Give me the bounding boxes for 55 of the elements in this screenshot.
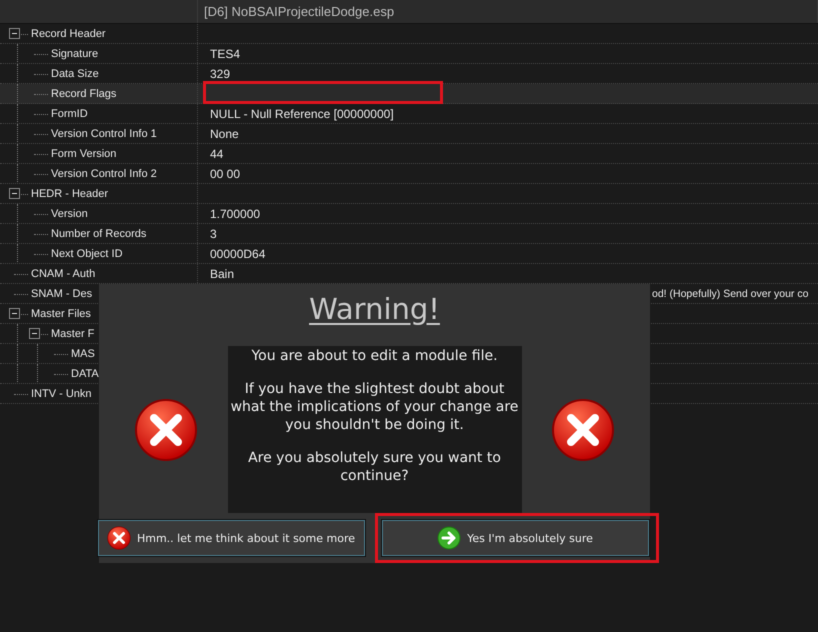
- field-label: Version Control Info 1: [50, 128, 157, 140]
- field-value: 1.700000: [210, 206, 260, 220]
- field-value: od! (Hopefully) Send over your co: [652, 288, 808, 300]
- arrow-right-icon: [437, 526, 462, 550]
- tree-row[interactable]: HEDR - Header: [0, 184, 818, 204]
- field-label: Signature: [50, 48, 98, 60]
- tree-row[interactable]: Record Flags: [0, 84, 818, 104]
- dialog-title: Warning!: [309, 292, 440, 328]
- field-label: Data Size: [50, 68, 99, 80]
- field-value: TES4: [210, 46, 240, 60]
- field-label: CNAM - Auth: [30, 268, 96, 280]
- field-value: Bain: [210, 266, 234, 280]
- field-label: HEDR - Header: [30, 188, 108, 200]
- tree-row[interactable]: Record Header: [0, 24, 818, 44]
- field-label: Record Flags: [50, 88, 116, 100]
- field-label: Master F: [50, 328, 94, 340]
- field-label: Version Control Info 2: [50, 168, 157, 180]
- field-value: 329: [210, 66, 230, 80]
- tree-row[interactable]: Version Control Info 2 00 00: [0, 164, 818, 184]
- error-icon: [106, 526, 131, 550]
- tree-row[interactable]: Number of Records 3: [0, 224, 818, 244]
- field-value: None: [210, 126, 239, 140]
- message-text: You are about to edit a module file.: [251, 347, 498, 365]
- field-value: 3: [210, 226, 217, 240]
- message-text: Are you absolutely sure you want to continue?: [247, 449, 502, 485]
- field-label: Record Header: [30, 28, 106, 40]
- collapse-icon[interactable]: [9, 28, 20, 38]
- field-value: NULL - Null Reference [00000000]: [210, 106, 394, 120]
- confirm-button[interactable]: Yes I'm absolutely sure: [382, 520, 648, 556]
- field-label: Next Object ID: [50, 248, 123, 260]
- field-label: Master Files: [30, 308, 91, 320]
- field-value: 44: [210, 146, 224, 160]
- field-label: Version: [50, 208, 88, 220]
- field-label: MAS: [70, 348, 95, 360]
- field-label: DATA: [70, 368, 99, 380]
- field-label: Number of Records: [50, 228, 146, 240]
- cancel-button[interactable]: Hmm.. let me think about it some more: [98, 520, 364, 556]
- tree-row[interactable]: FormID NULL - Null Reference [00000000]: [0, 104, 818, 124]
- error-icon: [134, 398, 198, 462]
- collapse-icon[interactable]: [9, 308, 20, 318]
- tree-row[interactable]: Form Version 44: [0, 144, 818, 164]
- field-label: FormID: [50, 108, 88, 120]
- field-label: Form Version: [50, 148, 116, 160]
- tree-row[interactable]: Next Object ID 00000D64: [0, 244, 818, 264]
- error-icon: [551, 398, 615, 462]
- field-value: 00 00: [210, 166, 240, 180]
- field-label: SNAM - Des: [30, 288, 92, 300]
- tree-row[interactable]: Version 1.700000: [0, 204, 818, 224]
- tree-row[interactable]: Version Control Info 1 None: [0, 124, 818, 144]
- collapse-icon[interactable]: [9, 188, 20, 198]
- field-label: INTV - Unkn: [30, 388, 92, 400]
- message-text: If you have the slightest doubt about what the implications of your change are you shouldn't be doing it.: [230, 380, 520, 434]
- collapse-icon[interactable]: [29, 328, 40, 338]
- field-value: 00000D64: [210, 246, 266, 260]
- tree-row[interactable]: Signature TES4: [0, 44, 818, 64]
